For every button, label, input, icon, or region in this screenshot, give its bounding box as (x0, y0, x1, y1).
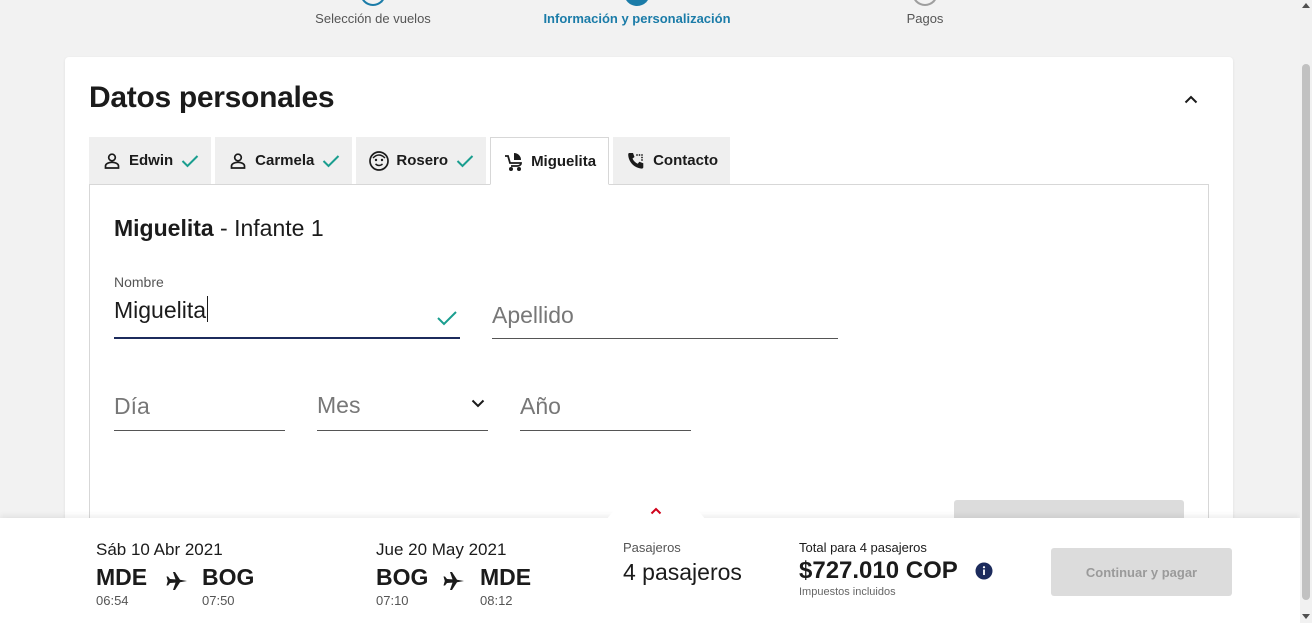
taxes-note: Impuestos incluidos (799, 586, 896, 598)
year-field[interactable]: Año (520, 375, 691, 435)
tab-label: Contacto (653, 152, 719, 169)
total-price: Total para 4 pasajeros $727.010 COP Impu… (799, 540, 1029, 598)
tab-rosero[interactable]: Rosero (356, 137, 487, 184)
passenger-type: - Infante 1 (213, 215, 324, 241)
destination-time: 07:50 (202, 593, 235, 608)
info-icon[interactable] (975, 562, 993, 580)
tab-edwin[interactable]: Edwin (89, 137, 212, 184)
airplane-icon (166, 572, 187, 590)
scroll-up-icon[interactable] (1302, 3, 1310, 8)
last-name-field[interactable]: Apellido (492, 274, 838, 344)
origin-code: MDE (96, 564, 148, 590)
check-icon (322, 152, 340, 170)
flight-date: Jue 20 May 2021 (376, 540, 507, 559)
chevron-up-icon (650, 507, 662, 515)
total-label: Total para 4 pasajeros (799, 540, 927, 555)
month-select[interactable]: Mes (317, 375, 488, 435)
passenger-tabs: Edwin Carmela Rosero Miguelita Contacto (89, 137, 734, 185)
person-icon (101, 150, 123, 172)
scroll-thumb[interactable] (1302, 64, 1310, 600)
collapse-button[interactable] (1179, 87, 1203, 111)
passenger-panel: Miguelita - Infante 1 Nombre Miguelita A… (89, 184, 1209, 544)
passengers-label: Pasajeros (623, 540, 681, 555)
day-input[interactable]: Día (114, 393, 150, 420)
origin-time: 07:10 (376, 593, 409, 608)
passengers-count: 4 pasajeros (623, 559, 742, 585)
step-label: Información y personalización (543, 11, 731, 26)
first-name-input[interactable]: Miguelita (114, 296, 209, 324)
expand-summary-toggle[interactable] (606, 502, 706, 520)
first-name-field[interactable]: Nombre Miguelita (114, 274, 460, 344)
field-underline (520, 430, 691, 431)
first-name-value: Miguelita (114, 297, 207, 323)
tab-label: Edwin (129, 152, 174, 169)
return-flight: Jue 20 May 2021 BOG 07:10 MDE 08:12 (376, 540, 531, 608)
step-indicator (912, 0, 938, 6)
last-name-input[interactable]: Apellido (492, 302, 574, 329)
flight-date: Sáb 10 Abr 2021 (96, 540, 223, 559)
destination-time: 08:12 (480, 593, 513, 608)
phone-icon (625, 150, 647, 172)
card-title: Datos personales (89, 81, 335, 114)
step-indicator (360, 0, 386, 6)
continue-and-pay-button[interactable]: Continuar y pagar (1051, 548, 1232, 596)
day-field[interactable]: Día (114, 375, 285, 435)
step-label: Selección de vuelos (315, 11, 431, 26)
text-caret (207, 296, 209, 322)
step-indicator (624, 0, 650, 6)
destination-code: BOG (202, 564, 255, 590)
origin-time: 06:54 (96, 593, 129, 608)
vertical-scrollbar[interactable] (1300, 0, 1312, 623)
personal-data-card: Datos personales Edwin Carmela Rosero Mi… (65, 57, 1233, 544)
child-face-icon (368, 150, 390, 172)
check-icon (456, 152, 474, 170)
destination-code: MDE (480, 564, 532, 590)
outbound-flight: Sáb 10 Abr 2021 MDE 06:54 BOG 07:50 (96, 540, 254, 608)
tab-miguelita[interactable]: Miguelita (490, 137, 610, 185)
chevron-up-icon (1184, 95, 1198, 103)
passengers-summary: Pasajeros 4 pasajeros (623, 540, 742, 586)
progress-stepper: Selección de vuelos Información y person… (0, 0, 1300, 40)
person-icon (227, 150, 249, 172)
origin-code: BOG (376, 564, 429, 590)
scroll-down-icon[interactable] (1302, 614, 1310, 619)
tab-contacto[interactable]: Contacto (613, 137, 731, 184)
tab-carmela[interactable]: Carmela (215, 137, 353, 184)
passenger-name: Miguelita (114, 215, 214, 241)
chevron-down-icon (471, 399, 485, 408)
field-underline (114, 430, 285, 431)
check-icon (181, 152, 199, 170)
first-name-label: Nombre (114, 274, 164, 290)
check-icon (437, 311, 457, 326)
booking-summary-bar: Sáb 10 Abr 2021 MDE 06:54 BOG 07:50 Jue … (0, 502, 1300, 623)
baby-stroller-icon (503, 150, 525, 172)
passenger-title: Miguelita - Infante 1 (114, 215, 324, 242)
airplane-icon (443, 572, 464, 590)
field-underline (317, 430, 488, 431)
year-input[interactable]: Año (520, 393, 561, 420)
month-value: Mes (317, 392, 361, 418)
tab-label: Carmela (255, 152, 315, 169)
tab-label: Miguelita (531, 152, 597, 170)
field-underline (492, 338, 838, 339)
field-underline (114, 337, 460, 339)
total-amount: $727.010 COP (799, 557, 958, 584)
tab-label: Rosero (396, 152, 449, 169)
step-label: Pagos (906, 11, 944, 26)
